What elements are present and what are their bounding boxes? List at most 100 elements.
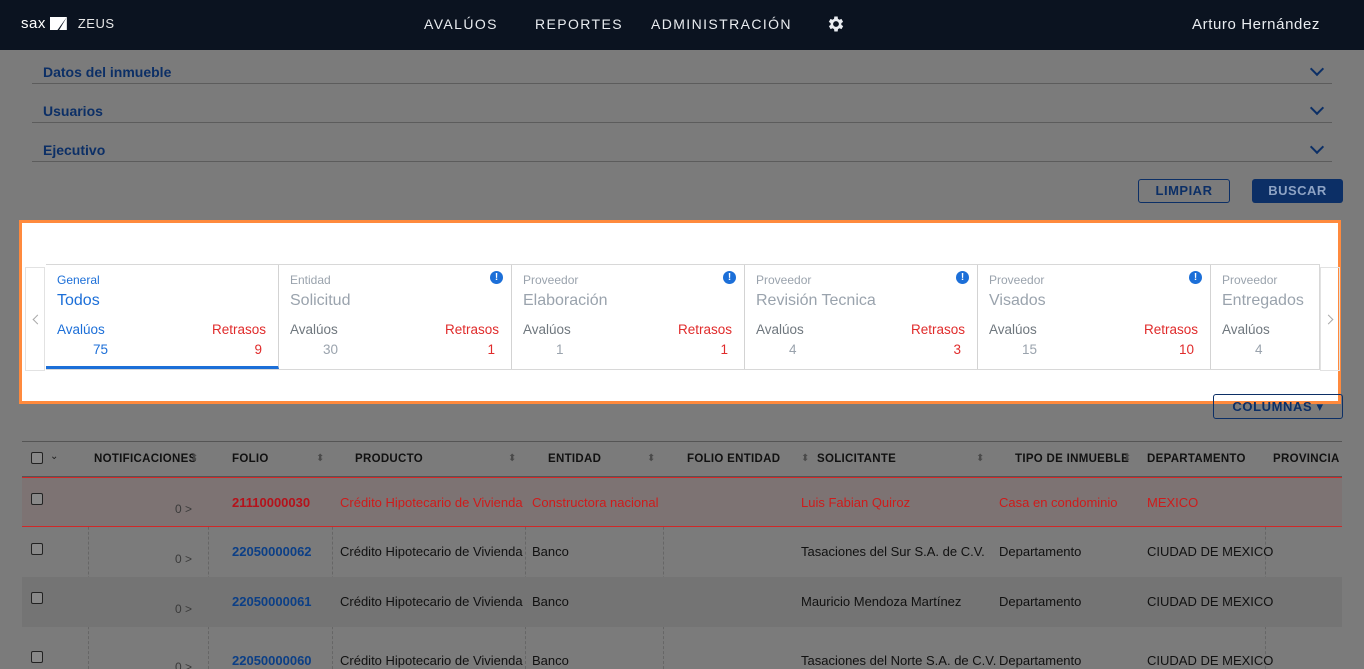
- pin-icon[interactable]: ⬍: [1123, 453, 1131, 464]
- cell-departamento: CIUDAD DE MEXICO: [1147, 544, 1274, 559]
- stage-category: Entidad: [290, 273, 331, 287]
- retrasos-label: Retrasos: [444, 322, 499, 337]
- row-checkbox[interactable]: [31, 592, 43, 604]
- avaluos-label: Avalúos: [989, 322, 1037, 337]
- pin-icon[interactable]: ⬍: [976, 453, 984, 464]
- col-provincia[interactable]: PROVINCIA: [1273, 453, 1340, 465]
- columns-button[interactable]: COLUMNAS ▾: [1213, 394, 1343, 419]
- col-entidad[interactable]: ENTIDAD: [548, 453, 601, 465]
- notifications-count[interactable]: 0 >: [175, 552, 192, 566]
- cell-entidad: Banco: [532, 544, 569, 559]
- retrasos-label: Retrasos: [677, 322, 732, 337]
- col-notificaciones[interactable]: NOTIFICACIONES: [94, 453, 197, 465]
- cell-tipo-inmueble: Departamento: [999, 653, 1082, 668]
- avaluos-count: 1: [556, 342, 564, 357]
- pin-icon[interactable]: ⬍: [508, 453, 516, 464]
- notifications-count[interactable]: 0 >: [175, 502, 192, 516]
- cell-producto: Crédito Hipotecario de Vivienda: [340, 544, 523, 559]
- info-icon[interactable]: !: [723, 271, 736, 284]
- retrasos-label: Retrasos: [211, 322, 266, 337]
- stage-card-visados[interactable]: Proveedor Visados ! Avalúos Retrasos 15 …: [978, 265, 1211, 369]
- notifications-count[interactable]: 0 >: [175, 602, 192, 616]
- stage-category: Proveedor: [756, 273, 812, 287]
- col-departamento[interactable]: DEPARTAMENTO: [1147, 453, 1246, 465]
- cell-solicitante: Luis Fabian Quiroz: [801, 495, 911, 510]
- info-icon[interactable]: !: [490, 271, 503, 284]
- stage-card-revision-tecnica[interactable]: Proveedor Revisión Tecnica ! Avalúos Ret…: [745, 265, 978, 369]
- chevron-down-icon: [1309, 61, 1325, 77]
- stage-name: Visados: [989, 292, 1046, 309]
- cell-departamento: MEXICO: [1147, 495, 1199, 510]
- cell-solicitante: Tasaciones del Sur S.A. de C.V.: [801, 544, 985, 559]
- table-row[interactable]: 0 > 21110000030 Crédito Hipotecario de V…: [22, 477, 1342, 527]
- info-icon[interactable]: !: [956, 271, 969, 284]
- row-checkbox[interactable]: [31, 543, 43, 555]
- pin-icon[interactable]: ⬍: [316, 453, 324, 464]
- chevron-down-icon[interactable]: ⌄: [50, 451, 58, 462]
- table-row[interactable]: 0 > 22050000060 Crédito Hipotecario de V…: [22, 627, 1342, 669]
- accordion-usuarios[interactable]: Usuarios: [32, 89, 1332, 123]
- cell-tipo-inmueble: Departamento: [999, 544, 1082, 559]
- select-all-checkbox[interactable]: [31, 452, 43, 464]
- avaluos-label: Avalúos: [523, 322, 571, 337]
- stage-card-todos[interactable]: General Todos Avalúos Retrasos 75 9: [46, 265, 279, 369]
- search-button[interactable]: BUSCAR: [1252, 179, 1343, 203]
- avaluos-label: Avalúos: [57, 322, 105, 337]
- folio-link[interactable]: 22050000061: [232, 594, 312, 609]
- pin-icon[interactable]: ⬍: [801, 453, 809, 464]
- col-solicitante[interactable]: SOLICITANTE: [817, 453, 896, 465]
- pin-icon[interactable]: ⬍: [190, 453, 198, 464]
- cell-producto: Crédito Hipotecario de Vivienda: [340, 594, 523, 609]
- col-producto[interactable]: PRODUCTO: [355, 453, 423, 465]
- stage-name: Entregados: [1222, 292, 1304, 309]
- cell-entidad: Banco: [532, 594, 569, 609]
- avaluos-label: Avalúos: [1222, 322, 1270, 337]
- stage-card-solicitud[interactable]: Entidad Solicitud ! Avalúos Retrasos 30 …: [279, 265, 512, 369]
- accordion-label: Usuarios: [43, 103, 103, 119]
- folio-link[interactable]: 22050000060: [232, 653, 312, 668]
- brand-logo[interactable]: sax ZEUS: [21, 15, 115, 32]
- nav-avaluos[interactable]: AVALÚOS: [424, 16, 498, 32]
- stage-name: Revisión Tecnica: [756, 292, 876, 309]
- stage-cards: General Todos Avalúos Retrasos 75 9 Enti…: [46, 264, 1320, 370]
- cell-departamento: CIUDAD DE MEXICO: [1147, 653, 1274, 668]
- table-row[interactable]: 0 > 22050000061 Crédito Hipotecario de V…: [22, 577, 1342, 627]
- avaluos-count: 15: [1022, 342, 1038, 357]
- chevron-right-icon: [1323, 314, 1334, 325]
- nav-administracion[interactable]: ADMINISTRACIÓN: [651, 16, 792, 32]
- retrasos-label: Retrasos: [1143, 322, 1198, 337]
- clear-button[interactable]: LIMPIAR: [1138, 179, 1230, 203]
- product-name: ZEUS: [77, 16, 115, 31]
- avaluos-count: 30: [323, 342, 339, 357]
- cell-entidad: Constructora nacional: [532, 495, 659, 510]
- col-folio-entidad[interactable]: FOLIO ENTIDAD: [687, 453, 780, 465]
- stage-name: Todos: [57, 292, 100, 309]
- retrasos-label: Retrasos: [910, 322, 965, 337]
- info-icon[interactable]: !: [1189, 271, 1202, 284]
- user-name[interactable]: Arturo Hernández: [1192, 16, 1320, 33]
- scroll-right-button[interactable]: [1320, 267, 1340, 371]
- stage-card-elaboracion[interactable]: Proveedor Elaboración ! Avalúos Retrasos…: [512, 265, 745, 369]
- cell-tipo-inmueble: Departamento: [999, 594, 1082, 609]
- col-tipo-inmueble[interactable]: TIPO DE INMUEBLE: [1015, 453, 1129, 465]
- stage-category: Proveedor: [1222, 273, 1278, 287]
- folio-link[interactable]: 22050000062: [232, 544, 312, 559]
- accordion-datos-inmueble[interactable]: Datos del inmueble: [32, 50, 1332, 84]
- notifications-count[interactable]: 0 >: [175, 660, 192, 669]
- row-checkbox[interactable]: [31, 493, 43, 505]
- nav-reportes[interactable]: REPORTES: [535, 16, 623, 32]
- stage-category: General: [57, 273, 100, 287]
- scroll-left-button[interactable]: [25, 267, 45, 371]
- pin-icon[interactable]: ⬍: [647, 453, 655, 464]
- table-row[interactable]: 0 > 22050000062 Crédito Hipotecario de V…: [22, 527, 1342, 577]
- col-folio[interactable]: FOLIO: [232, 453, 269, 465]
- settings-gear-icon[interactable]: [826, 14, 846, 34]
- folio-link[interactable]: 21110000030: [232, 495, 310, 510]
- avaluos-label: Avalúos: [756, 322, 804, 337]
- row-checkbox[interactable]: [31, 651, 43, 663]
- avaluos-count: 4: [789, 342, 797, 357]
- stage-category: Proveedor: [989, 273, 1045, 287]
- cell-entidad: Banco: [532, 653, 569, 668]
- accordion-ejecutivo[interactable]: Ejecutivo: [32, 128, 1332, 162]
- stage-card-entregados[interactable]: Proveedor Entregados Avalúos 4: [1211, 265, 1319, 369]
